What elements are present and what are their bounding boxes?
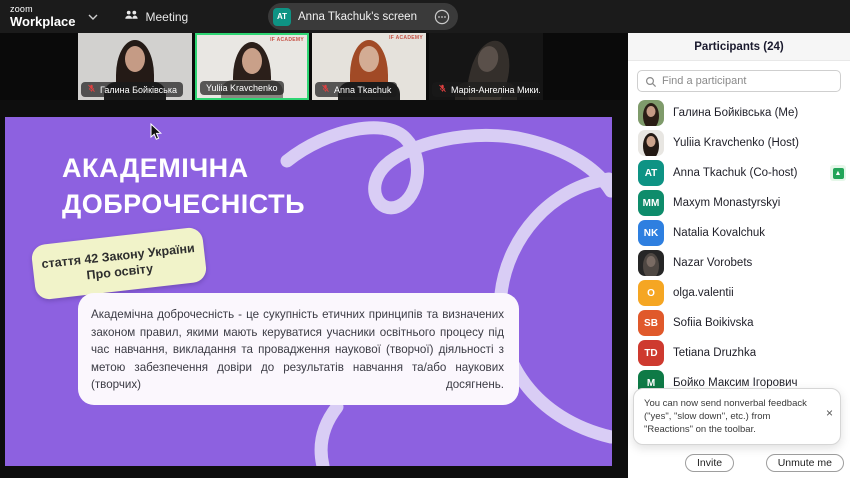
avatar: [638, 130, 664, 156]
meeting-people-icon: [124, 9, 139, 24]
video-name-pill: Yuliia Kravchenko: [200, 81, 284, 95]
avatar: NK: [638, 220, 664, 246]
video-name-pill: Марія-Ангеліна Мики...: [432, 82, 540, 97]
participant-row[interactable]: Nazar Vorobets: [628, 248, 850, 278]
video-filmstrip: Галина Бойківська IF ACADEMY Yuliia Krav…: [0, 33, 628, 100]
avatar: AT: [638, 160, 664, 186]
participant-row[interactable]: Yuliia Kravchenko (Host): [628, 128, 850, 158]
invite-button[interactable]: Invite: [685, 454, 734, 472]
shared-screen-slide: АКАДЕМІЧНА ДОБРОЧЕСНІСТЬ стаття 42 Закон…: [5, 117, 612, 466]
unmute-me-button[interactable]: Unmute me: [766, 454, 844, 472]
screen-share-icon: ▲: [830, 165, 846, 181]
participant-row[interactable]: TD Tetiana Druzhka: [628, 338, 850, 368]
sticky-note-text: стаття 42 Закону України Про освіту: [41, 240, 197, 288]
avatar: MM: [638, 190, 664, 216]
search-input[interactable]: [638, 71, 840, 91]
definition-card: Академічна доброчесність - це сукупність…: [78, 293, 519, 405]
if-academy-watermark: IF ACADEMY: [270, 37, 304, 43]
close-icon[interactable]: ×: [826, 407, 833, 419]
participant-search-wrap: [628, 61, 850, 96]
sharer-avatar: AT: [273, 8, 291, 26]
participant-name: Nazar Vorobets: [673, 257, 752, 269]
participant-name-label: Марія-Ангеліна Мики...: [451, 85, 540, 95]
participant-name-label: Галина Бойківська: [100, 85, 177, 95]
participant-name: olga.valentii: [673, 287, 734, 299]
zoom-workplace-logo[interactable]: zoom Workplace: [10, 5, 76, 28]
video-name-pill: Anna Tkachuk: [315, 82, 397, 97]
video-tile-anna[interactable]: IF ACADEMY Anna Tkachuk: [312, 33, 426, 100]
participant-row[interactable]: Галина Бойківська (Me): [628, 98, 850, 128]
participant-name-label: Anna Tkachuk: [334, 85, 391, 95]
search-icon: [645, 75, 657, 93]
participant-name: Yuliia Kravchenko (Host): [673, 137, 799, 149]
participants-panel: Participants (24) Галина Бойківська (Me)…: [628, 33, 850, 478]
tab-meeting-label: Meeting: [146, 10, 189, 24]
avatar: [638, 100, 664, 126]
participant-row[interactable]: MM Maxym Monastyrskyi: [628, 188, 850, 218]
logo-zoom-text: zoom: [10, 5, 76, 14]
shared-screen-label: Anna Tkachuk's screen: [298, 11, 417, 23]
nonverbal-feedback-toast: You can now send nonverbal feedback ("ye…: [633, 388, 841, 445]
chevron-down-icon[interactable]: [88, 14, 98, 20]
participants-panel-header: Participants (24): [628, 33, 850, 61]
avatar: SB: [638, 310, 664, 336]
muted-mic-icon: [438, 84, 447, 95]
toast-message: You can now send nonverbal feedback ("ye…: [644, 397, 818, 436]
video-tile-yuliia-active-speaker[interactable]: IF ACADEMY Yuliia Kravchenko: [195, 33, 309, 100]
avatar: O: [638, 280, 664, 306]
participant-name: Maxym Monastyrskyi: [673, 197, 780, 209]
more-options-icon[interactable]: [434, 9, 450, 25]
participant-name-label: Yuliia Kravchenko: [206, 83, 278, 93]
video-tile-halyna[interactable]: Галина Бойківська: [78, 33, 192, 100]
participant-name: Anna Tkachuk (Co-host): [673, 167, 797, 179]
participants-title: Participants (24): [694, 41, 783, 53]
participant-row[interactable]: SB Sofiia Boikivska: [628, 308, 850, 338]
zoom-meeting-window: zoom Workplace Meeting AT Anna Tkachuk's…: [0, 0, 850, 478]
logo-workplace-text: Workplace: [10, 15, 76, 28]
avatar: [638, 250, 664, 276]
participant-name: Sofiia Boikivska: [673, 317, 754, 329]
video-tile-mariia[interactable]: Марія-Ангеліна Мики...: [429, 33, 543, 100]
avatar: TD: [638, 340, 664, 366]
participant-name: Галина Бойківська (Me): [673, 107, 798, 119]
participant-row[interactable]: O olga.valentii: [628, 278, 850, 308]
slide-title: АКАДЕМІЧНА ДОБРОЧЕСНІСТЬ: [62, 150, 305, 222]
tab-meeting[interactable]: Meeting: [124, 9, 189, 24]
top-bar: zoom Workplace Meeting AT Anna Tkachuk's…: [0, 0, 850, 33]
participant-row[interactable]: NK Natalia Kovalchuk: [628, 218, 850, 248]
muted-mic-icon: [321, 84, 330, 95]
definition-text: Академічна доброчесність - це сукупність…: [91, 306, 504, 412]
if-academy-watermark: IF ACADEMY: [389, 35, 423, 41]
participant-search-box[interactable]: [637, 70, 841, 92]
muted-mic-icon: [87, 84, 96, 95]
participant-name: Tetiana Druzhka: [673, 347, 756, 359]
participant-name: Natalia Kovalchuk: [673, 227, 765, 239]
shared-screen-pill[interactable]: AT Anna Tkachuk's screen: [268, 3, 458, 30]
participant-row[interactable]: AT Anna Tkachuk (Co-host) ▲: [628, 158, 850, 188]
panel-footer: Invite Unmute me: [628, 454, 850, 472]
participant-list: Галина Бойківська (Me) Yuliia Kravchenko…: [628, 96, 850, 398]
video-name-pill: Галина Бойківська: [81, 82, 183, 97]
